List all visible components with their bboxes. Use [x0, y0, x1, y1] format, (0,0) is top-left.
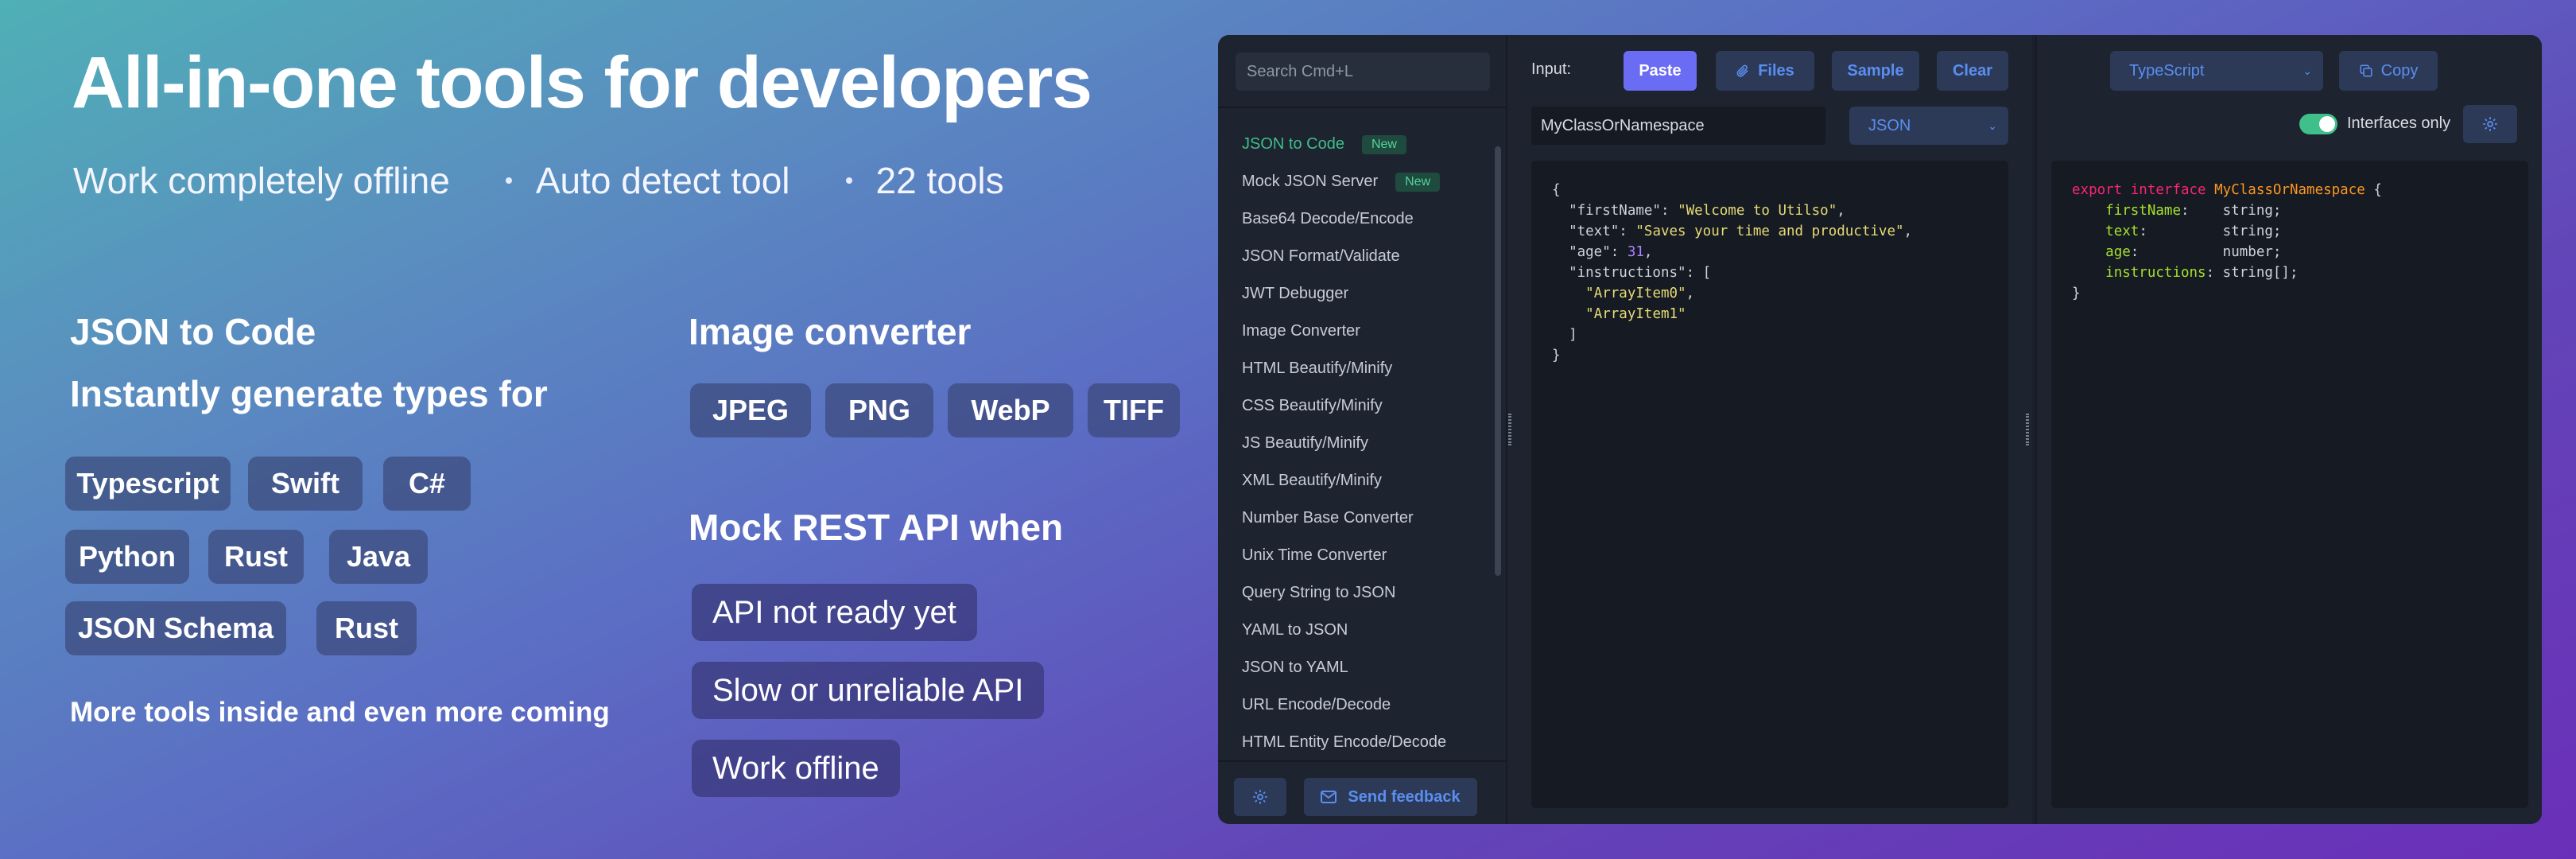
lang-chip-typescript: Typescript [65, 457, 231, 511]
files-label: Files [1758, 61, 1794, 80]
new-badge: New [1361, 134, 1406, 154]
gear-icon [2483, 117, 2497, 131]
app-window: Search Cmd+L JSON to Code New Mock JSON … [1218, 35, 2542, 824]
pane-resize-handle[interactable] [2026, 414, 2029, 445]
sidebar-item-js-beautify[interactable]: JS Beautify/Minify [1218, 425, 1496, 462]
lang-chip-rust: Rust [208, 530, 304, 584]
format-chip-tiff: TIFF [1088, 383, 1180, 437]
lang-chip-csharp: C# [383, 457, 471, 511]
mail-icon [1321, 791, 1337, 803]
feature-tool-count: 22 tools [875, 160, 1004, 201]
mock-reason-not-ready: API not ready yet [692, 584, 977, 641]
feature-offline: Work completely offline [73, 160, 450, 201]
hero-title: All-in-one tools for developers [72, 42, 1092, 123]
sidebar-item-mock-json-server[interactable]: Mock JSON Server New [1218, 163, 1496, 200]
copy-label: Copy [2380, 61, 2419, 80]
sidebar-item-label: JSON to Code [1242, 135, 1344, 153]
feature-list: Work completely offline Auto detect tool… [73, 159, 1004, 202]
lang-chip-java: Java [329, 530, 428, 584]
divider [1218, 107, 1507, 108]
more-tools-note: More tools inside and even more coming [70, 697, 610, 728]
bullet-dot [505, 177, 512, 184]
chevron-down-icon: ⌄ [1988, 119, 1997, 132]
tool-list: JSON to Code New Mock JSON Server New Ba… [1218, 126, 1496, 761]
sidebar-item-base64[interactable]: Base64 Decode/Encode [1218, 200, 1496, 238]
settings-button[interactable] [1234, 778, 1286, 816]
lang-chip-json-schema: JSON Schema [65, 601, 286, 655]
sidebar-item-url-encode[interactable]: URL Encode/Decode [1218, 686, 1496, 724]
json-to-code-heading: JSON to Code [70, 311, 316, 352]
send-feedback-button[interactable]: Send feedback [1304, 778, 1477, 816]
sidebar-item-label: Mock JSON Server [1242, 173, 1379, 190]
mock-api-heading: Mock REST API when [689, 507, 1064, 548]
input-format-select[interactable]: JSON ⌄ [1849, 107, 2008, 145]
copy-icon [2360, 64, 2372, 77]
output-pane: TypeScript ⌄ Copy Interfaces only export… [2035, 35, 2542, 824]
lang-chip-python: Python [65, 530, 189, 584]
new-badge: New [1395, 172, 1441, 192]
lang-chip-swift: Swift [248, 457, 363, 511]
json-to-code-subheading: Instantly generate types for [70, 373, 548, 414]
sidebar: Search Cmd+L JSON to Code New Mock JSON … [1218, 35, 1507, 824]
output-code-view[interactable]: export interface MyClassOrNamespace { fi… [2051, 161, 2528, 808]
input-pane: Input: Paste Files Sample Clear MyClassO… [1507, 35, 2032, 824]
sidebar-item-query-string[interactable]: Query String to JSON [1218, 574, 1496, 612]
lang-chip-rust-2: Rust [316, 601, 417, 655]
format-chip-jpeg: JPEG [690, 383, 811, 437]
class-name-input[interactable]: MyClassOrNamespace [1531, 107, 1825, 145]
image-converter-heading: Image converter [689, 311, 972, 352]
sidebar-item-unix-time[interactable]: Unix Time Converter [1218, 537, 1496, 574]
sidebar-item-yaml-to-json[interactable]: YAML to JSON [1218, 612, 1496, 649]
input-label: Input: [1531, 60, 1572, 78]
mock-reason-offline: Work offline [692, 740, 900, 797]
sample-button[interactable]: Sample [1832, 51, 1919, 91]
sidebar-item-number-base[interactable]: Number Base Converter [1218, 499, 1496, 537]
feature-auto-detect: Auto detect tool [535, 160, 790, 201]
send-feedback-label: Send feedback [1348, 787, 1461, 806]
sidebar-item-image-converter[interactable]: Image Converter [1218, 313, 1496, 350]
files-button[interactable]: Files [1716, 51, 1814, 91]
sidebar-item-xml-beautify[interactable]: XML Beautify/Minify [1218, 462, 1496, 499]
input-code-editor[interactable]: { "firstName": "Welcome to Utilso", "tex… [1531, 161, 2008, 808]
clear-button[interactable]: Clear [1937, 51, 2008, 91]
sidebar-item-css-beautify[interactable]: CSS Beautify/Minify [1218, 387, 1496, 425]
bullet-dot [845, 177, 852, 184]
sidebar-item-html-beautify[interactable]: HTML Beautify/Minify [1218, 350, 1496, 387]
sidebar-scrollbar[interactable] [1495, 146, 1501, 576]
format-chip-webp: WebP [948, 383, 1073, 437]
sidebar-item-json-format[interactable]: JSON Format/Validate [1218, 238, 1496, 275]
copy-button[interactable]: Copy [2339, 51, 2438, 91]
input-format-value: JSON [1868, 116, 1911, 134]
format-chip-png: PNG [825, 383, 933, 437]
paste-button[interactable]: Paste [1624, 51, 1697, 91]
interfaces-only-label: Interfaces only [2347, 115, 2451, 132]
sidebar-item-json-to-yaml[interactable]: JSON to YAML [1218, 649, 1496, 686]
sidebar-footer: Send feedback [1218, 760, 1507, 824]
sidebar-resize-handle[interactable] [1508, 414, 1511, 445]
interfaces-only-toggle[interactable] [2299, 114, 2337, 134]
output-settings-button[interactable] [2463, 105, 2517, 143]
output-language-value: TypeScript [2129, 61, 2205, 80]
chevron-down-icon: ⌄ [2302, 64, 2312, 77]
mock-reason-slow: Slow or unreliable API [692, 662, 1045, 719]
gear-icon [1253, 790, 1267, 804]
output-language-select[interactable]: TypeScript ⌄ [2110, 51, 2323, 91]
search-input[interactable]: Search Cmd+L [1236, 52, 1490, 91]
sidebar-item-json-to-code[interactable]: JSON to Code New [1218, 126, 1496, 163]
sidebar-item-html-entity[interactable]: HTML Entity Encode/Decode [1218, 724, 1496, 761]
paperclip-icon [1736, 64, 1748, 77]
sidebar-item-jwt-debugger[interactable]: JWT Debugger [1218, 275, 1496, 313]
